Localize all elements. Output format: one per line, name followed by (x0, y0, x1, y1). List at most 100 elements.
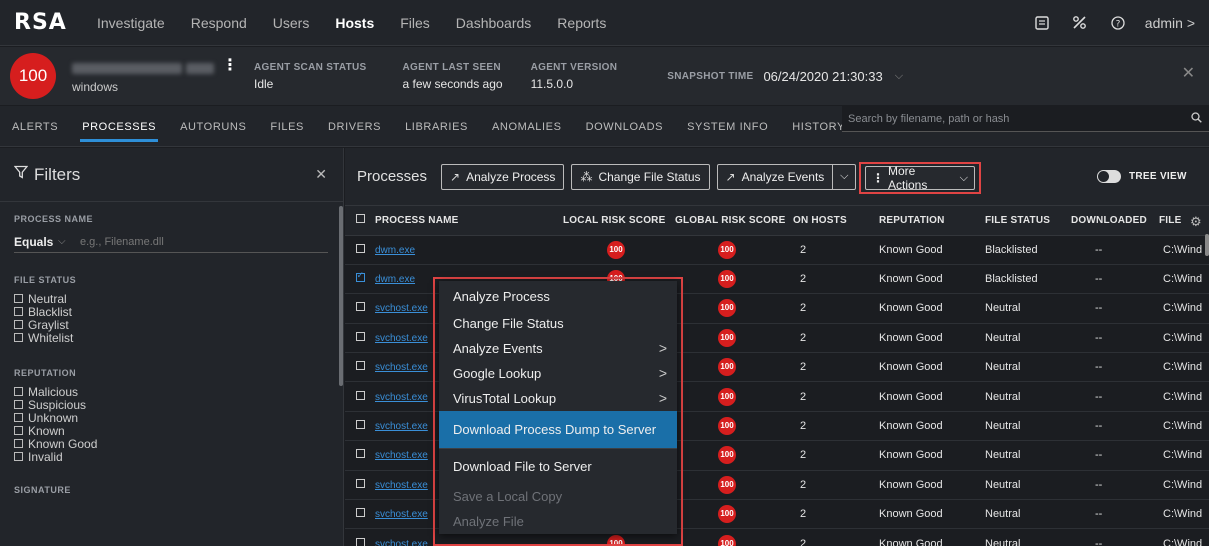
menu-item-download-process-dump-to-server[interactable]: Download Process Dump to Server (439, 411, 677, 448)
menu-item-download-file-to-server[interactable]: Download File to Server (439, 448, 677, 484)
analyze-process-button[interactable]: ↗ Analyze Process (441, 163, 565, 190)
rsa-logo[interactable]: RSA (14, 10, 84, 35)
search-icon[interactable] (1183, 111, 1209, 126)
process-link[interactable]: svchost.exe (375, 392, 428, 403)
row-checkbox[interactable] (345, 411, 375, 442)
toggle-switch[interactable] (1097, 170, 1121, 183)
nav-respond[interactable]: Respond (178, 0, 260, 46)
process-link[interactable]: dwm.exe (375, 274, 415, 285)
row-checkbox[interactable] (345, 293, 375, 324)
chevron-down-icon[interactable]: ⌵ (58, 236, 80, 247)
table-scrollbar[interactable] (1205, 234, 1209, 256)
tab-autoruns[interactable]: AUTORUNS (168, 105, 258, 146)
process-name-input[interactable] (80, 235, 328, 248)
col-on-hosts[interactable]: ON HOSTS (793, 206, 879, 236)
checkbox-icon[interactable] (14, 452, 23, 461)
row-checkbox[interactable] (345, 235, 375, 265)
menu-item-virustotal-lookup[interactable]: VirusTotal Lookup > (439, 386, 677, 411)
nav-files[interactable]: Files (387, 0, 443, 46)
filter-checkbox-invalid[interactable]: Invalid (14, 450, 329, 464)
tab-files[interactable]: FILES (258, 105, 316, 146)
tab-alerts[interactable]: ALERTS (0, 105, 70, 146)
col-process-name[interactable]: PROCESS NAME (375, 206, 563, 236)
row-checkbox[interactable] (345, 499, 375, 530)
row-checkbox[interactable] (345, 381, 375, 412)
checkbox-icon[interactable] (14, 413, 23, 422)
nav-investigate[interactable]: Investigate (84, 0, 178, 46)
menu-item-change-file-status[interactable]: Change File Status (439, 311, 677, 336)
menu-item-google-lookup[interactable]: Google Lookup > (439, 361, 677, 386)
tools-icon[interactable] (1061, 0, 1099, 46)
tab-downloads[interactable]: DOWNLOADS (574, 105, 676, 146)
nav-hosts[interactable]: Hosts (322, 0, 387, 46)
checkbox-icon[interactable] (355, 270, 365, 283)
menu-item-analyze-process[interactable]: Analyze Process (439, 281, 677, 311)
checkbox-icon[interactable] (355, 449, 365, 459)
filter-checkbox-blacklist[interactable]: Blacklist (14, 305, 329, 319)
filter-checkbox-known[interactable]: Known (14, 424, 329, 438)
row-checkbox[interactable] (345, 323, 375, 354)
analyze-events-button[interactable]: ↗ Analyze Events ⌵ (716, 163, 857, 190)
col-local-risk-score[interactable]: LOCAL RISK SCORE (563, 206, 675, 236)
checkbox-icon[interactable] (14, 387, 23, 396)
process-link[interactable]: svchost.exe (375, 333, 428, 344)
col-global-risk-score[interactable]: GLOBAL RISK SCORE (675, 206, 793, 236)
checkbox-icon[interactable] (355, 420, 365, 430)
menu-item-analyze-events[interactable]: Analyze Events > (439, 336, 677, 361)
nav-users[interactable]: Users (260, 0, 323, 46)
row-checkbox[interactable] (345, 264, 375, 295)
close-filters-icon[interactable]: ✕ (315, 166, 327, 183)
chevron-down-icon[interactable]: ⌵ (833, 170, 855, 183)
checkbox-icon[interactable] (14, 400, 23, 409)
close-icon[interactable]: ✕ (1182, 63, 1195, 83)
col-reputation[interactable]: REPUTATION (879, 206, 985, 236)
checkbox-icon[interactable] (14, 307, 23, 316)
filter-checkbox-known-good[interactable]: Known Good (14, 437, 329, 451)
nav-dashboards[interactable]: Dashboards (443, 0, 545, 46)
row-checkbox[interactable] (345, 470, 375, 501)
analyze-events-main[interactable]: ↗ Analyze Events (718, 164, 834, 189)
checkbox-icon[interactable] (14, 439, 23, 448)
checkbox-icon[interactable] (355, 243, 365, 253)
checkbox-icon[interactable] (14, 426, 23, 435)
filter-checkbox-suspicious[interactable]: Suspicious (14, 398, 329, 412)
filter-checkbox-unknown[interactable]: Unknown (14, 411, 329, 425)
process-link[interactable]: svchost.exe (375, 421, 428, 432)
gear-icon[interactable]: ⚙ (1190, 214, 1202, 230)
tab-drivers[interactable]: DRIVERS (316, 105, 393, 146)
checkbox-icon[interactable] (14, 320, 23, 329)
select-all-checkbox[interactable] (345, 206, 375, 236)
more-actions-button[interactable]: ⋮ More Actions ⌵ (865, 164, 975, 192)
search-input[interactable] (842, 112, 1183, 125)
checkbox-icon[interactable] (355, 302, 365, 312)
row-checkbox[interactable] (345, 528, 375, 546)
host-more-icon[interactable]: ⋮ (222, 55, 238, 75)
tree-view-toggle[interactable]: TREE VIEW (1097, 170, 1187, 183)
col-file-status[interactable]: FILE STATUS (985, 206, 1071, 236)
checkbox-icon[interactable] (355, 537, 365, 546)
table-row[interactable]: dwm.exe 100 100 2Known GoodBlacklisted--C:\… (345, 235, 1209, 265)
checkbox-icon[interactable] (355, 331, 365, 341)
row-checkbox[interactable] (345, 440, 375, 471)
checkbox-icon[interactable] (14, 333, 23, 342)
checkbox-icon[interactable] (14, 294, 23, 303)
checkbox-icon[interactable] (355, 390, 365, 400)
process-link[interactable]: svchost.exe (375, 539, 428, 546)
process-link[interactable]: svchost.exe (375, 509, 428, 520)
chevron-down-icon[interactable]: ⌵ (895, 70, 903, 83)
process-link[interactable]: svchost.exe (375, 362, 428, 373)
tab-processes[interactable]: PROCESSES (70, 105, 168, 146)
change-file-status-button[interactable]: ⁂ Change File Status (571, 163, 710, 190)
row-checkbox[interactable] (345, 352, 375, 383)
checkbox-icon[interactable] (355, 361, 365, 371)
process-link[interactable]: svchost.exe (375, 303, 428, 314)
notes-icon[interactable] (1023, 0, 1061, 46)
snapshot-time-value[interactable]: 06/24/2020 21:30:33 (763, 69, 882, 84)
filters-scrollbar[interactable] (339, 206, 343, 386)
process-link[interactable]: svchost.exe (375, 480, 428, 491)
checkbox-icon[interactable] (355, 214, 365, 224)
tab-system-info[interactable]: SYSTEM INFO (675, 105, 780, 146)
checkbox-icon[interactable] (355, 508, 365, 518)
tab-anomalies[interactable]: ANOMALIES (480, 105, 574, 146)
filter-checkbox-neutral[interactable]: Neutral (14, 292, 329, 306)
